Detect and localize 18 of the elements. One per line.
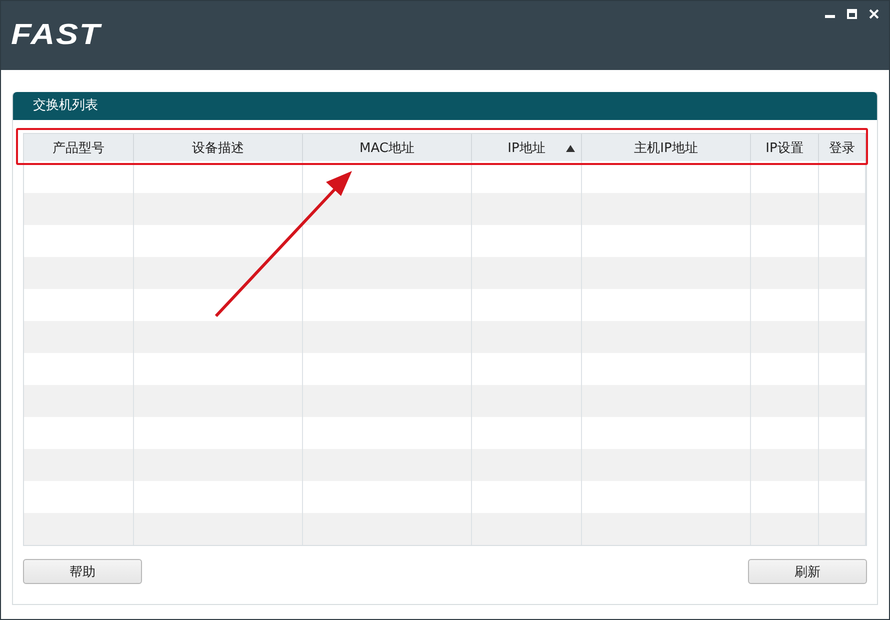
brand-logo: FAST (11, 19, 101, 52)
column-header[interactable]: MAC地址 (303, 134, 472, 161)
panel-title: 交换机列表 (13, 92, 877, 120)
table-cell (751, 449, 819, 481)
column-header[interactable]: IP设置 (751, 134, 819, 161)
table-cell (751, 321, 819, 353)
close-icon[interactable] (869, 9, 879, 19)
column-header[interactable]: 设备描述 (134, 134, 303, 161)
table-cell (751, 385, 819, 417)
table-cell (751, 257, 819, 289)
column-header[interactable]: 主机IP地址 (582, 134, 751, 161)
maximize-icon[interactable] (847, 9, 857, 19)
refresh-button[interactable]: 刷新 (748, 559, 867, 584)
column-header[interactable]: IP地址 (472, 134, 582, 161)
column-header[interactable]: 登录 (819, 134, 866, 161)
column-header[interactable]: 产品型号 (24, 134, 134, 161)
table-cell (751, 193, 819, 225)
help-button[interactable]: 帮助 (23, 559, 142, 584)
